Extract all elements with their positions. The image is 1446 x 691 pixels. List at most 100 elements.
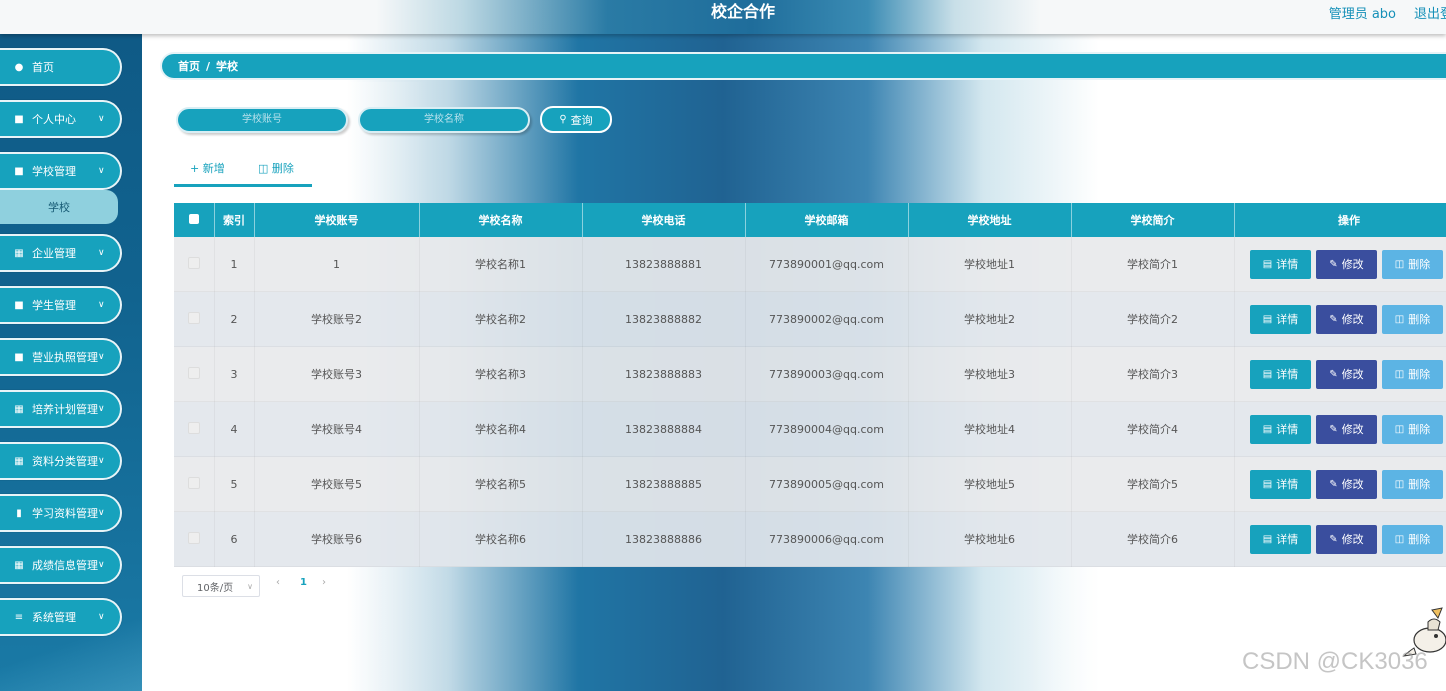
edit-button[interactable]: ✎ 修改 xyxy=(1316,249,1377,279)
select-all-cell[interactable] xyxy=(174,203,215,237)
page-size-select[interactable]: 10条/页 ∨ xyxy=(182,575,260,597)
sidebar-item-student-management[interactable]: ■ 学生管理 ∨ xyxy=(0,286,122,324)
book-icon: ▮ xyxy=(16,507,22,519)
cell-email: 773890005@qq.com xyxy=(745,456,909,512)
cell-email: 773890002@qq.com xyxy=(745,291,909,347)
row-checkbox[interactable] xyxy=(187,311,200,324)
row-checkbox[interactable] xyxy=(187,421,200,434)
logout-link[interactable]: 退出登录 xyxy=(1414,3,1446,22)
sidebar-subitem-school[interactable]: 学校 xyxy=(0,190,118,224)
table-toolbar: + 新增 ◫ 删除 xyxy=(174,156,312,187)
grid-icon: ▦ xyxy=(14,247,24,259)
breadcrumb-home[interactable]: 首页 xyxy=(178,58,200,74)
sidebar-item-system-management[interactable]: ≡ 系统管理 ∨ xyxy=(0,598,122,636)
page-number[interactable]: 1 xyxy=(300,577,307,588)
sidebar-item-personal-center[interactable]: ■ 个人中心 ∨ xyxy=(0,100,122,138)
delete-button[interactable]: ◫ 删除 xyxy=(1382,359,1443,389)
cell-intro: 学校简介4 xyxy=(1071,401,1235,457)
row-checkbox[interactable] xyxy=(187,256,200,269)
detail-button[interactable]: ▤ 详情 xyxy=(1250,304,1311,334)
delete-button-label: 删除 xyxy=(1408,258,1431,271)
sidebar-item-study-material-management[interactable]: ▮ 学习资料管理 ∨ xyxy=(0,494,122,532)
batch-delete-button[interactable]: ◫ 删除 xyxy=(258,160,294,176)
cell-account: 学校账号5 xyxy=(254,456,420,512)
row-checkbox-cell[interactable] xyxy=(174,237,215,292)
sidebar-item-enterprise-management[interactable]: ▦ 企业管理 ∨ xyxy=(0,234,122,272)
document-icon: ▤ xyxy=(1262,533,1273,545)
pencil-icon: ✎ xyxy=(1329,533,1338,545)
sidebar-item-home[interactable]: ● 首页 xyxy=(0,48,122,86)
sidebar-item-grade-management[interactable]: ▦ 成绩信息管理 ∨ xyxy=(0,546,122,584)
delete-button[interactable]: ◫ 删除 xyxy=(1382,469,1443,499)
search-button[interactable]: ⚲ 查询 xyxy=(540,106,612,133)
chevron-down-icon: ∨ xyxy=(247,581,253,591)
row-checkbox-cell[interactable] xyxy=(174,511,215,567)
pencil-icon: ✎ xyxy=(1329,313,1338,325)
add-button[interactable]: + 新增 xyxy=(190,160,225,176)
edit-button[interactable]: ✎ 修改 xyxy=(1316,359,1377,389)
detail-button[interactable]: ▤ 详情 xyxy=(1250,469,1311,499)
cell-account: 学校账号2 xyxy=(254,291,420,347)
cell-actions: ▤ 详情 ✎ 修改 ◫ 删除 xyxy=(1234,511,1446,567)
row-checkbox-cell[interactable] xyxy=(174,456,215,512)
table-row: 4 学校账号4 学校名称4 13823888884 773890004@qq.c… xyxy=(174,401,1446,457)
row-checkbox[interactable] xyxy=(187,476,200,489)
edit-button[interactable]: ✎ 修改 xyxy=(1316,414,1377,444)
cell-intro: 学校简介3 xyxy=(1071,346,1235,402)
chevron-down-icon: ∨ xyxy=(98,166,105,176)
delete-button[interactable]: ◫ 删除 xyxy=(1382,249,1443,279)
detail-button[interactable]: ▤ 详情 xyxy=(1250,359,1311,389)
delete-button[interactable]: ◫ 删除 xyxy=(1382,414,1443,444)
cell-phone: 13823888882 xyxy=(582,291,746,347)
table-row: 5 学校账号5 学校名称5 13823888885 773890005@qq.c… xyxy=(174,456,1446,512)
cell-account: 学校账号4 xyxy=(254,401,420,457)
row-checkbox[interactable] xyxy=(187,366,200,379)
sidebar-item-label: 成绩信息管理 xyxy=(32,559,98,572)
cell-phone: 13823888884 xyxy=(582,401,746,457)
row-checkbox-cell[interactable] xyxy=(174,346,215,402)
row-checkbox-cell[interactable] xyxy=(174,401,215,457)
edit-button-label: 修改 xyxy=(1341,478,1364,491)
sidebar-item-label: 首页 xyxy=(32,61,54,74)
row-checkbox[interactable] xyxy=(187,531,200,544)
school-name-search-input[interactable]: 学校名称 xyxy=(358,107,530,133)
select-all-checkbox[interactable] xyxy=(188,213,199,224)
detail-button[interactable]: ▤ 详情 xyxy=(1250,524,1311,554)
next-page-button[interactable]: › xyxy=(322,577,326,588)
detail-button-label: 详情 xyxy=(1276,368,1299,381)
detail-button-label: 详情 xyxy=(1276,258,1299,271)
detail-button-label: 详情 xyxy=(1276,423,1299,436)
add-button-label: 新增 xyxy=(202,162,225,175)
search-button-label: 查询 xyxy=(570,113,593,127)
school-account-search-input[interactable]: 学校账号 xyxy=(176,107,348,133)
sidebar-item-school-management[interactable]: ■ 学校管理 ∨ xyxy=(0,152,122,190)
cell-address: 学校地址4 xyxy=(908,401,1072,457)
edit-button[interactable]: ✎ 修改 xyxy=(1316,469,1377,499)
pencil-icon: ✎ xyxy=(1329,423,1338,435)
edit-button-label: 修改 xyxy=(1341,533,1364,546)
page-size-value: 10条/页 xyxy=(197,582,234,594)
column-header-intro: 学校简介 xyxy=(1071,203,1235,237)
delete-button[interactable]: ◫ 删除 xyxy=(1382,304,1443,334)
cell-name: 学校名称6 xyxy=(419,511,583,567)
edit-button-label: 修改 xyxy=(1341,258,1364,271)
detail-button[interactable]: ▤ 详情 xyxy=(1250,249,1311,279)
cell-account: 1 xyxy=(254,237,420,292)
delete-button[interactable]: ◫ 删除 xyxy=(1382,524,1443,554)
prev-page-button[interactable]: ‹ xyxy=(276,577,280,588)
column-header-name: 学校名称 xyxy=(419,203,583,237)
detail-button[interactable]: ▤ 详情 xyxy=(1250,414,1311,444)
cell-email: 773890006@qq.com xyxy=(745,511,909,567)
edit-button[interactable]: ✎ 修改 xyxy=(1316,524,1377,554)
sidebar-item-material-category-management[interactable]: ▦ 资料分类管理 ∨ xyxy=(0,442,122,480)
breadcrumb-current: 学校 xyxy=(216,60,239,73)
edit-button[interactable]: ✎ 修改 xyxy=(1316,304,1377,334)
pencil-icon: ✎ xyxy=(1329,478,1338,490)
row-checkbox-cell[interactable] xyxy=(174,291,215,347)
sidebar-item-training-plan-management[interactable]: ▦ 培养计划管理 ∨ xyxy=(0,390,122,428)
sidebar-item-label: 学生管理 xyxy=(32,299,76,312)
sidebar-item-license-management[interactable]: ■ 营业执照管理 ∨ xyxy=(0,338,122,376)
document-icon: ▤ xyxy=(1262,258,1273,270)
cell-name: 学校名称1 xyxy=(419,237,583,292)
sidebar-item-label: 企业管理 xyxy=(32,247,76,260)
